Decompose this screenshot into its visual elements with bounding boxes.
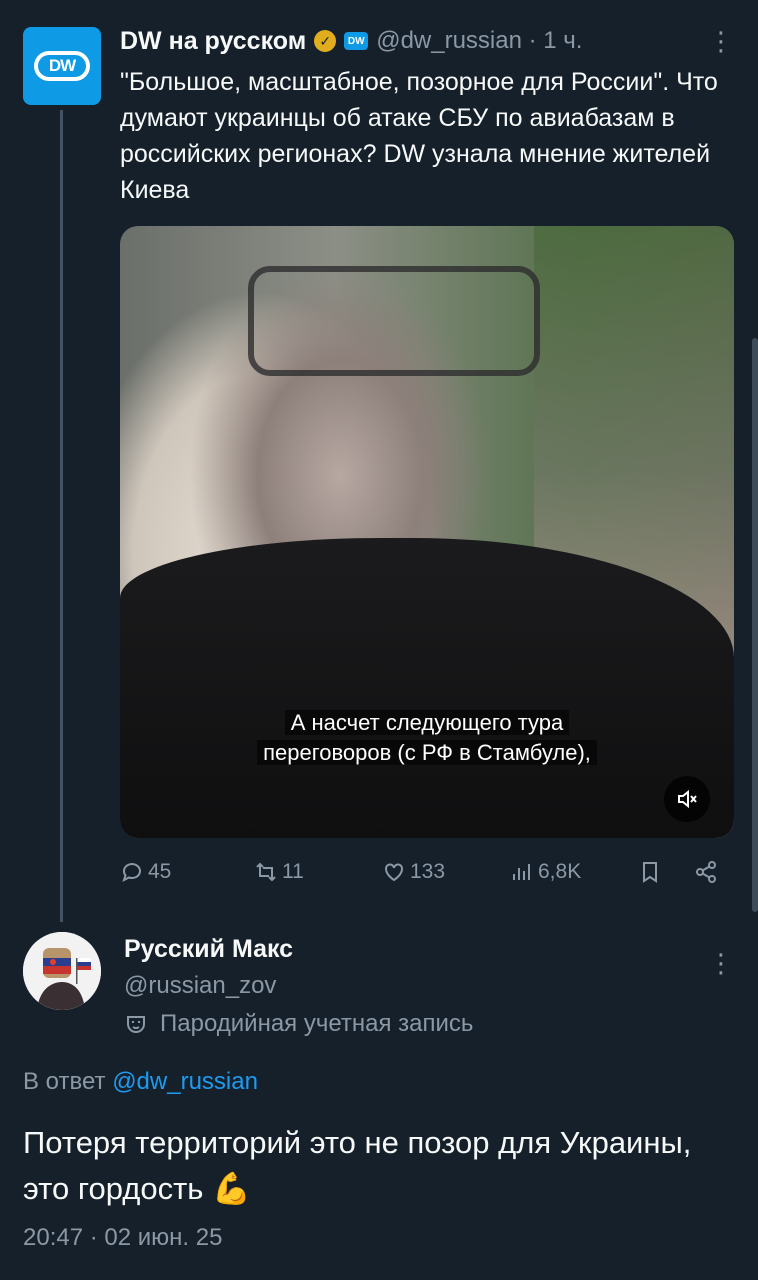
scrollbar[interactable]: [752, 338, 758, 912]
verified-badge-icon: ✓: [314, 30, 337, 52]
share-icon: [696, 861, 716, 883]
reply-tweet-text: Потеря территорий это не позор для Украи…: [23, 1125, 692, 1206]
video-glasses-shape: [248, 266, 540, 376]
parody-account-label: Пародийная учетная запись: [124, 1010, 473, 1038]
parody-label-text: Пародийная учетная запись: [160, 1010, 474, 1037]
reply-button[interactable]: 45: [120, 860, 171, 884]
video-subtitle: А насчет следующего тура переговоров (с …: [120, 708, 734, 768]
subtitle-line-2: переговоров (с РФ в Стамбуле),: [257, 740, 597, 765]
parent-tweet-text: "Большое, масштабное, позорное для Росси…: [120, 68, 718, 204]
affiliate-badge-icon: DW: [344, 32, 369, 50]
thread-connector-line: [60, 110, 63, 922]
more-options-icon[interactable]: ⋮: [708, 28, 734, 54]
reply-count: 45: [148, 860, 172, 883]
like-button[interactable]: 133: [382, 860, 445, 884]
parody-mask-icon: [127, 1016, 145, 1033]
dw-logo: DW: [34, 51, 90, 81]
mute-button[interactable]: [664, 776, 710, 822]
share-button[interactable]: [694, 860, 718, 884]
retweet-count: 11: [282, 860, 304, 883]
like-count: 133: [410, 860, 446, 883]
views-chart-icon: [513, 864, 530, 880]
tweet-actions-bar: 45 11 133 6,8K: [120, 860, 730, 892]
reply-more-options-icon[interactable]: ⋮: [708, 950, 734, 976]
avatar-illustration: [23, 932, 101, 1010]
bookmark-icon: [643, 862, 657, 883]
reply-icon: [122, 863, 141, 882]
reply-display-name[interactable]: Русский Макс: [124, 935, 293, 964]
video-player[interactable]: А насчет следующего тура переговоров (с …: [120, 226, 734, 838]
dw-avatar[interactable]: DW: [23, 27, 101, 105]
retweet-button[interactable]: 11: [254, 860, 304, 884]
mute-icon: [678, 789, 697, 809]
reply-prefix: В ответ: [23, 1068, 106, 1095]
bookmark-button[interactable]: [638, 860, 662, 884]
parent-tweet-header: DW на русском ✓ DW @dw_russian · 1 ч.: [120, 24, 582, 58]
reply-avatar[interactable]: [23, 932, 101, 1010]
views-count: 6,8K: [538, 860, 582, 883]
parent-display-name[interactable]: DW на русском: [120, 27, 306, 56]
reply-handle[interactable]: @russian_zov: [124, 972, 276, 1000]
views-button[interactable]: 6,8K: [510, 860, 581, 884]
reply-context: В ответ @dw_russian: [23, 1068, 258, 1096]
parent-handle-time: @dw_russian · 1 ч.: [376, 27, 583, 54]
reply-to-handle-link[interactable]: @dw_russian: [112, 1068, 258, 1095]
heart-icon: [385, 863, 403, 882]
video-shirt-shape: [120, 538, 734, 838]
retweet-icon: [256, 862, 276, 882]
subtitle-line-1: А насчет следующего тура: [284, 710, 570, 735]
reply-timestamp[interactable]: 20:47 · 02 июн. 25: [23, 1224, 222, 1252]
